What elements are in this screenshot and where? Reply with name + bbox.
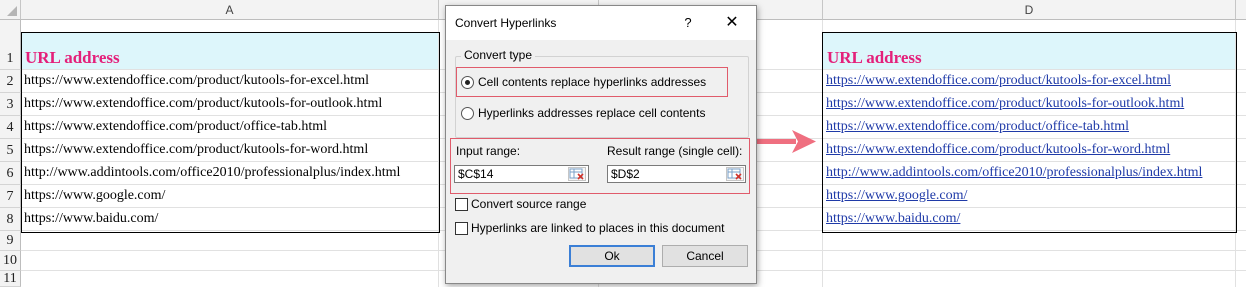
linked-places-checkbox[interactable] [455,222,468,235]
cell-a4[interactable]: https://www.extendoffice.com/product/off… [21,119,438,139]
cell-a5[interactable]: https://www.extendoffice.com/product/kut… [21,142,438,162]
cell-d6[interactable]: http://www.addintools.com/office2010/pro… [823,165,1235,185]
dialog-titlebar[interactable]: Convert Hyperlinks ? ✕ [446,6,756,40]
convert-type-group [455,56,749,138]
row-header-10[interactable]: 10 [0,251,21,271]
convert-source-range-checkbox[interactable] [455,198,468,211]
cell-a1[interactable]: URL address [22,48,436,70]
cell-a3[interactable]: https://www.extendoffice.com/product/kut… [21,96,438,116]
row-header-11[interactable]: 11 [0,271,21,287]
option1-label[interactable]: Cell contents replace hyperlinks address… [478,75,706,89]
ok-button[interactable]: Ok [569,245,655,267]
column-header-a[interactable]: A [21,0,439,20]
cell-d2[interactable]: https://www.extendoffice.com/product/kut… [823,73,1235,93]
column-header-d[interactable]: D [823,0,1236,20]
row-header-9[interactable]: 9 [0,231,21,251]
input-range-label: Input range: [456,144,521,158]
option2-radio[interactable] [461,107,474,120]
row-header-1[interactable]: 1 [0,20,21,70]
column-header-e[interactable] [1236,0,1246,20]
row-header-8[interactable]: 8 [0,208,21,231]
cell-a8[interactable]: https://www.baidu.com/ [21,211,438,231]
row-header-5[interactable]: 5 [0,139,21,162]
cancel-button[interactable]: Cancel [662,245,748,267]
cell-d8[interactable]: https://www.baidu.com/ [823,211,1235,231]
cell-a6[interactable]: http://www.addintools.com/office2010/pro… [21,165,451,185]
convert-hyperlinks-dialog: Convert Hyperlinks ? ✕ Convert type Cell… [445,5,757,284]
row-header-2[interactable]: 2 [0,70,21,93]
row-header-3[interactable]: 3 [0,93,21,116]
dialog-title: Convert Hyperlinks [455,16,557,30]
option1-radio[interactable] [461,76,474,89]
linked-places-label[interactable]: Hyperlinks are linked to places in this … [471,221,724,235]
cell-a7[interactable]: https://www.google.com/ [21,188,438,208]
result-range-select-button[interactable] [726,167,744,181]
close-button[interactable]: ✕ [720,13,744,33]
cell-d4[interactable]: https://www.extendoffice.com/product/off… [823,119,1235,139]
cell-d7[interactable]: https://www.google.com/ [823,188,1235,208]
help-button[interactable]: ? [678,13,698,33]
convert-type-label: Convert type [461,48,536,62]
right-arrow-icon [752,130,816,153]
input-range-select-button[interactable] [568,167,586,181]
cell-d3[interactable]: https://www.extendoffice.com/product/kut… [823,96,1235,116]
row-header-4[interactable]: 4 [0,116,21,139]
select-all-corner[interactable] [0,0,21,20]
cell-d1[interactable]: URL address [824,48,1235,70]
result-range-label: Result range (single cell): [607,144,743,158]
range-select-icon [569,168,584,180]
range-select-icon [727,168,742,180]
cell-a2[interactable]: https://www.extendoffice.com/product/kut… [21,73,438,93]
cell-d5[interactable]: https://www.extendoffice.com/product/kut… [823,142,1235,162]
row-header-6[interactable]: 6 [0,162,21,185]
row-header-7[interactable]: 7 [0,185,21,208]
option2-label[interactable]: Hyperlinks addresses replace cell conten… [478,106,705,120]
convert-source-range-label[interactable]: Convert source range [471,197,586,211]
